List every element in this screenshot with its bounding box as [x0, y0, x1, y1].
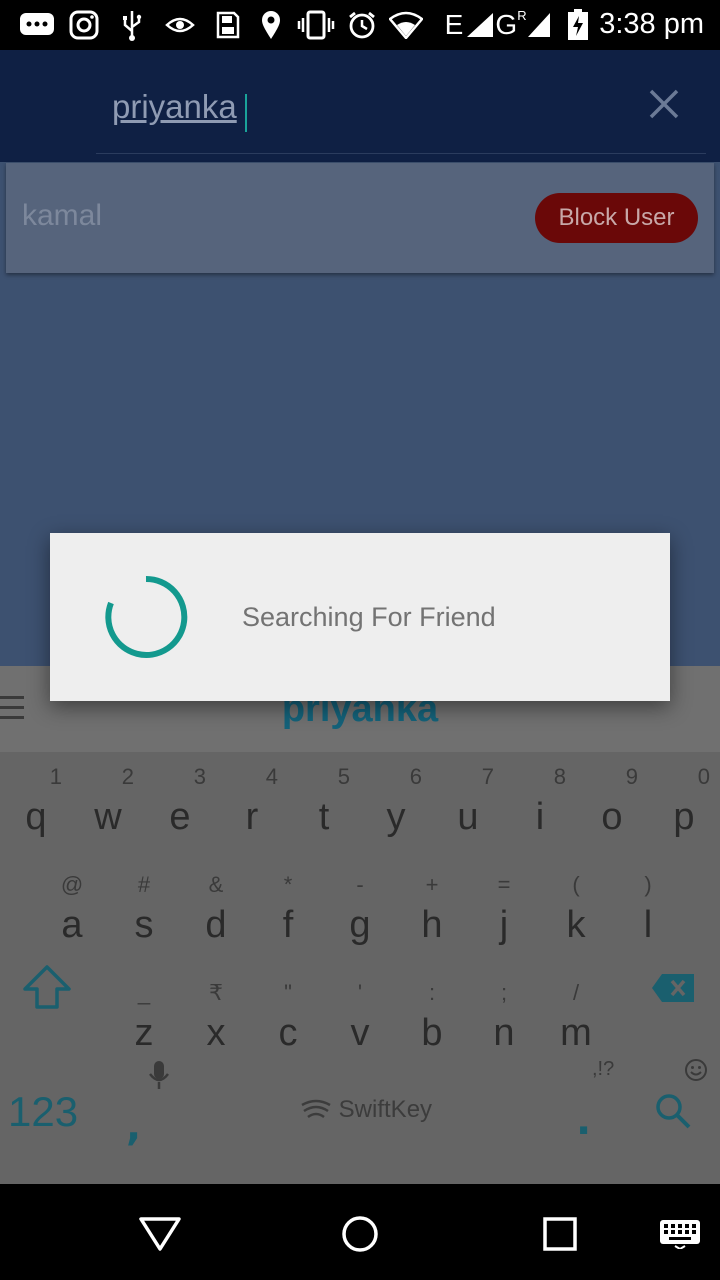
key-o[interactable]: 9o [576, 752, 648, 858]
key-k[interactable]: (k [540, 860, 612, 966]
punctuation-hint: ,!? [592, 1058, 615, 1080]
search-input[interactable]: priyanka [96, 72, 706, 154]
status-bar: E G R 3:38 pm [0, 0, 720, 50]
period-key[interactable]: . [576, 1098, 591, 1144]
vibrate-icon [296, 9, 336, 41]
location-icon [258, 9, 284, 41]
recents-icon[interactable] [538, 1212, 582, 1256]
emoji-icon[interactable] [684, 1058, 708, 1086]
signal-g-icon: G R [494, 8, 552, 41]
keyboard-keys: 1q 2w 3e 4r 5t 6y 7u 8i 9o 0p @ a # s & d *… [0, 752, 720, 1184]
progress-dialog: Searching For Friend [50, 533, 670, 701]
search-toolbar: priyanka [0, 50, 720, 162]
wifi-icon [388, 9, 424, 41]
friend-name: kamal [22, 199, 103, 232]
block-user-button[interactable]: Block User [535, 193, 698, 243]
key-i[interactable]: 8i [504, 752, 576, 858]
key-u[interactable]: 7u [432, 752, 504, 858]
dialog-message: Searching For Friend [242, 602, 496, 632]
alarm-icon [346, 9, 378, 41]
instagram-icon [68, 9, 100, 41]
text-caret [245, 94, 247, 132]
status-time: 3:38 pm [599, 8, 704, 40]
eye-icon [164, 9, 196, 41]
key-x[interactable]: ₹ x [180, 968, 252, 1074]
backspace-icon[interactable] [650, 972, 696, 1008]
key-t[interactable]: 5t [288, 752, 360, 858]
keyboard-switch-icon[interactable] [658, 1212, 702, 1256]
key-d[interactable]: & d [180, 860, 252, 966]
message-icon [18, 9, 56, 41]
comma-key[interactable]: , [126, 1104, 141, 1150]
key-c[interactable]: " c [252, 968, 324, 1074]
key-y[interactable]: 6y [360, 752, 432, 858]
key-z[interactable]: _ z [108, 968, 180, 1074]
list-item[interactable]: kamal Block User [6, 163, 714, 273]
key-e[interactable]: 3e [144, 752, 216, 858]
search-input-value[interactable]: priyanka [112, 88, 237, 126]
navigation-bar [0, 1184, 720, 1280]
key-b[interactable]: :b [396, 968, 468, 1074]
swiftkey-brand: SwiftKey [338, 1096, 433, 1123]
key-n[interactable]: ; n [468, 968, 540, 1074]
battery-charging-icon [566, 9, 590, 41]
key-g[interactable]: -g [324, 860, 396, 966]
key-j[interactable]: = j [468, 860, 540, 966]
space-bar[interactable]: SwiftKey [300, 1096, 432, 1124]
keyboard: priyanka 1q 2w 3e 4r 5t 6y 7u 8i 9o 0p @… [0, 666, 720, 1184]
back-icon[interactable] [138, 1212, 182, 1256]
key-f[interactable]: * f [252, 860, 324, 966]
close-icon[interactable] [648, 88, 680, 120]
microphone-icon[interactable] [148, 1060, 170, 1094]
usb-icon [118, 9, 146, 41]
key-h[interactable]: + h [396, 860, 468, 966]
key-r[interactable]: 4r [216, 752, 288, 858]
signal-e-icon: E [438, 9, 502, 41]
swiftkey-logo-icon [301, 1099, 331, 1119]
loading-spinner-icon [102, 573, 190, 661]
key-v[interactable]: ' v [324, 968, 396, 1074]
shift-key-icon[interactable] [22, 964, 72, 1014]
key-q[interactable]: 1q [0, 752, 72, 858]
home-icon[interactable] [338, 1212, 382, 1256]
sd-card-icon [214, 9, 242, 41]
search-key-icon[interactable] [654, 1092, 692, 1134]
key-p[interactable]: 0p [648, 752, 720, 858]
key-s[interactable]: # s [108, 860, 180, 966]
numbers-key[interactable]: 123 [8, 1088, 78, 1136]
key-w[interactable]: 2w [72, 752, 144, 858]
key-a[interactable]: @ a [36, 860, 108, 966]
key-l[interactable]: ) l [612, 860, 684, 966]
